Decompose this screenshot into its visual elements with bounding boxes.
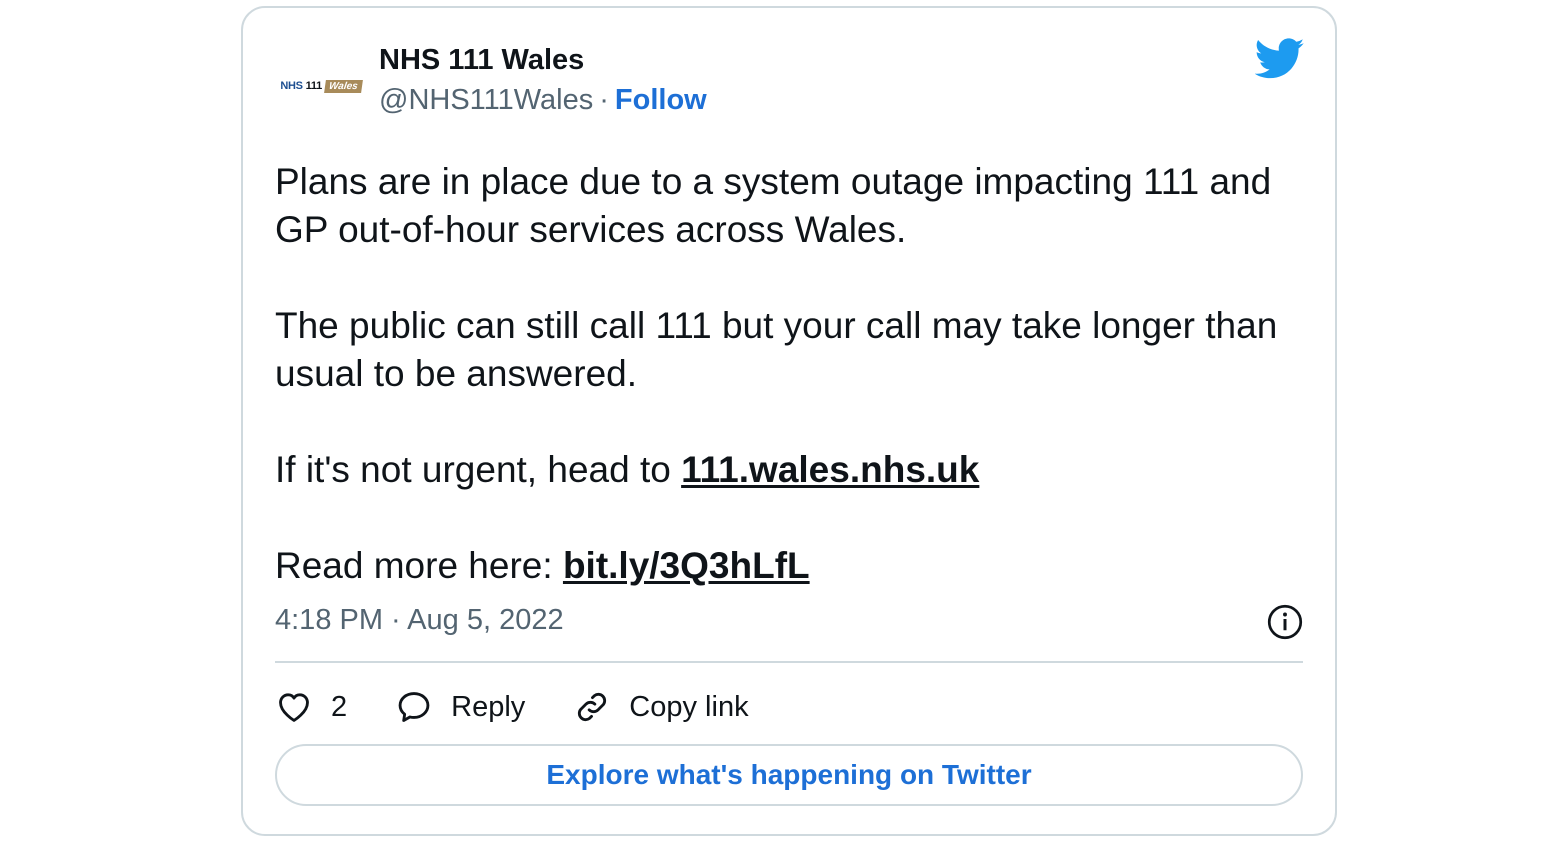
copy-link-button[interactable]: Copy link: [573, 688, 749, 726]
author-handle-row: @NHS111Wales · Follow: [379, 84, 707, 117]
tweet-text-segment: Read more here:: [275, 545, 563, 586]
reply-label: Reply: [451, 690, 526, 723]
tweet-paragraph: Read more here: bit.ly/3Q3hLfL: [275, 542, 1285, 590]
heart-icon: [279, 693, 309, 722]
tweet-actions: 2 Reply Copy link: [275, 684, 797, 730]
speech-bubble-icon: [398, 692, 430, 722]
tweet-text: Plans are in place due to a system outag…: [275, 158, 1285, 638]
logo-111-text: 111: [305, 80, 323, 92]
explore-twitter-button[interactable]: Explore what's happening on Twitter: [275, 744, 1303, 806]
divider: [275, 661, 1303, 663]
copy-link-label: Copy link: [629, 690, 749, 723]
read-more-link[interactable]: bit.ly/3Q3hLfL: [563, 545, 810, 586]
follow-button[interactable]: Follow: [615, 84, 707, 116]
like-count: 2: [331, 690, 348, 723]
reply-button[interactable]: Reply: [395, 688, 525, 726]
link-icon: [578, 692, 607, 722]
tweet-paragraph: If it's not urgent, head to 111.wales.nh…: [275, 446, 1285, 494]
logo-nhs-text: NHS: [280, 80, 303, 92]
tweet-paragraph: Plans are in place due to a system outag…: [275, 161, 1272, 250]
info-icon[interactable]: [1267, 604, 1303, 640]
like-button[interactable]: 2: [275, 688, 347, 726]
tweet-paragraph: The public can still call 111 but your c…: [275, 305, 1278, 394]
tweet-card: NHS 111 Wales NHS 111 Wales @NHS111Wales…: [241, 6, 1337, 836]
logo-wales-text: Wales: [324, 79, 363, 93]
separator-dot: ·: [599, 84, 609, 116]
tweet-timestamp[interactable]: 4:18 PM · Aug 5, 2022: [275, 604, 564, 637]
nhs-111-wales-logo: NHS 111 Wales: [280, 79, 363, 93]
avatar[interactable]: NHS 111 Wales: [273, 38, 369, 134]
tweet-text-segment: If it's not urgent, head to: [275, 449, 682, 490]
author-handle[interactable]: @NHS111Wales: [379, 84, 593, 116]
author-display-name[interactable]: NHS 111 Wales: [379, 44, 584, 77]
twitter-bird-icon[interactable]: [1255, 38, 1305, 80]
nhs-wales-link[interactable]: 111.wales.nhs.uk: [681, 449, 979, 490]
